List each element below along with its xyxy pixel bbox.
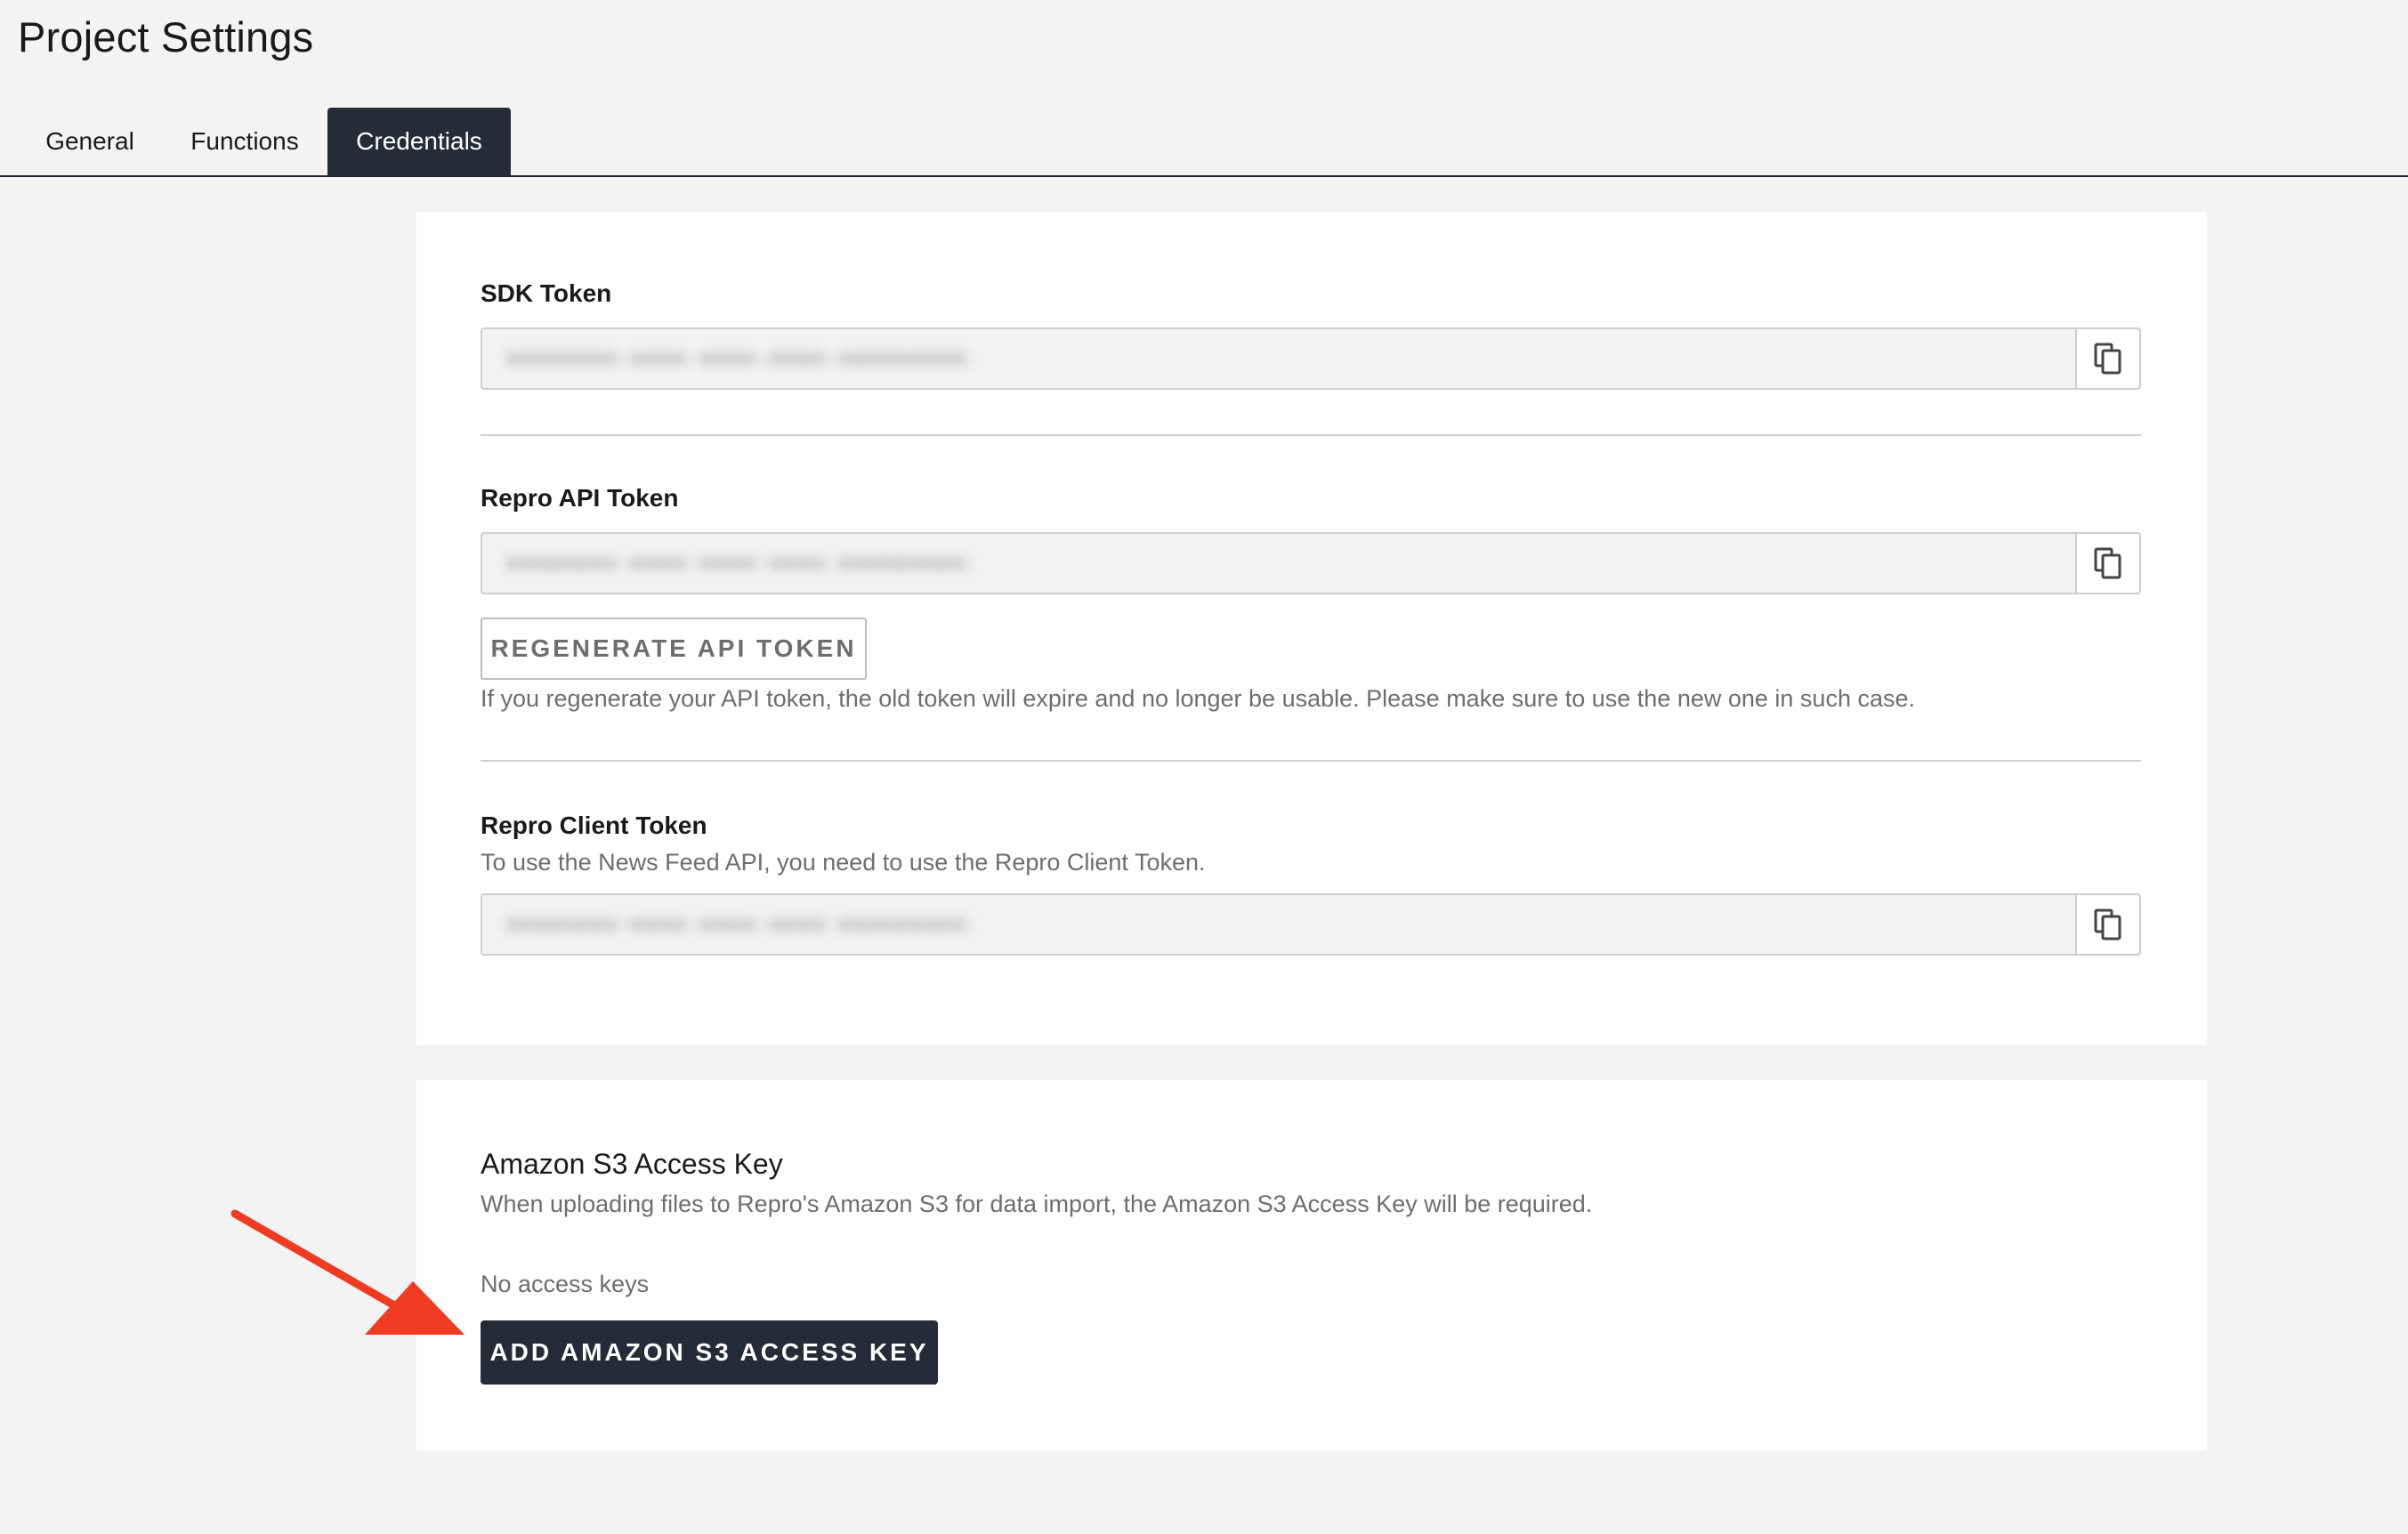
regenerate-help-text: If you regenerate your API token, the ol… [481,685,1915,712]
sdk-token-field[interactable]: xxxxxxxx-xxxx-xxxx-xxxx-xxxxxxxxxxxx [481,327,2141,390]
api-token-label: Repro API Token [481,484,679,512]
s3-access-key-card: Amazon S3 Access Key When uploading file… [416,1080,2207,1450]
sdk-token-label: SDK Token [481,279,612,307]
client-token-value: xxxxxxxx-xxxx-xxxx-xxxx-xxxxxxxxxxxx [505,911,968,938]
tab-functions[interactable]: Functions [174,108,315,175]
copy-icon [2094,908,2121,941]
regenerate-api-token-button[interactable]: REGENERATE API TOKEN [481,618,867,680]
tab-general[interactable]: General [20,108,160,175]
api-token-value: xxxxxxxx-xxxx-xxxx-xxxx-xxxxxxxxxxxx [505,550,968,577]
client-token-field[interactable]: xxxxxxxx-xxxx-xxxx-xxxx-xxxxxxxxxxxx [481,893,2141,956]
copy-icon [2094,343,2121,375]
annotation-arrow-icon [230,1209,465,1335]
s3-description: When uploading files to Repro's Amazon S… [481,1191,1593,1217]
page-title: Project Settings [18,13,314,61]
client-token-copy-button[interactable] [2075,895,2139,954]
section-divider [481,760,2141,762]
api-token-copy-button[interactable] [2075,534,2139,593]
settings-tabs: General Functions Credentials [0,108,2408,177]
credentials-card: SDK Token xxxxxxxx-xxxx-xxxx-xxxx-xxxxxx… [416,212,2207,1045]
api-token-field[interactable]: xxxxxxxx-xxxx-xxxx-xxxx-xxxxxxxxxxxx [481,532,2141,594]
sdk-token-value: xxxxxxxx-xxxx-xxxx-xxxx-xxxxxxxxxxxx [505,345,968,372]
tab-credentials[interactable]: Credentials [327,108,511,175]
add-s3-access-key-button[interactable]: ADD AMAZON S3 ACCESS KEY [481,1320,938,1385]
sdk-token-copy-button[interactable] [2075,329,2139,388]
s3-section-title: Amazon S3 Access Key [481,1148,783,1180]
section-divider [481,434,2141,436]
client-token-description: To use the News Feed API, you need to us… [481,849,1206,876]
s3-empty-state: No access keys [481,1271,650,1297]
copy-icon [2094,547,2121,579]
client-token-label: Repro Client Token [481,811,707,839]
